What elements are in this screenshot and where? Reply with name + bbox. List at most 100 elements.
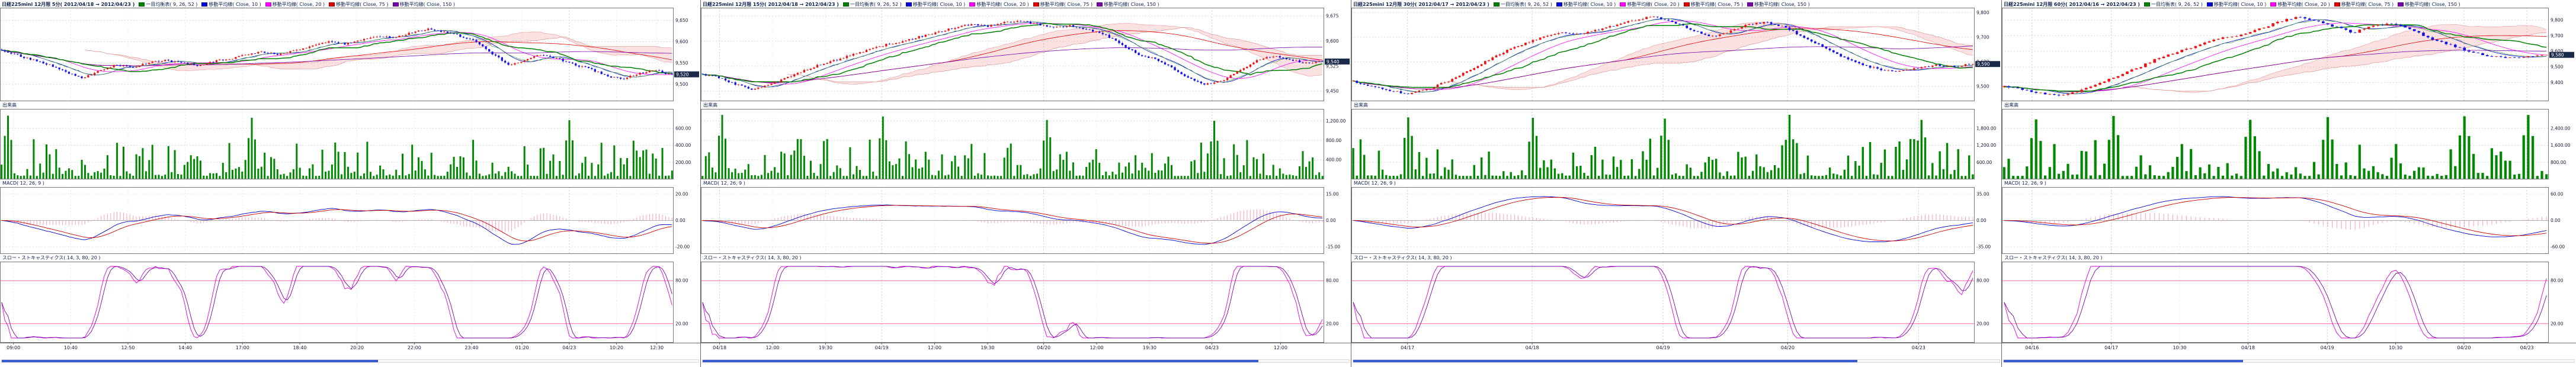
price-chart[interactable]: 9,6509,6009,5509,5009,520 bbox=[0, 8, 701, 101]
svg-text:2,400.00: 2,400.00 bbox=[2551, 125, 2571, 131]
volume-chart[interactable]: 1,800.001,200.00600.00 bbox=[1351, 109, 2002, 179]
legend-item: 移動平均線( Close, 75 ) bbox=[1684, 1, 1743, 8]
svg-text:20.00: 20.00 bbox=[675, 192, 688, 197]
svg-text:10:30: 10:30 bbox=[2173, 345, 2186, 350]
legend-item: 一目均衡表( 9, 26, 52 ) bbox=[843, 1, 902, 8]
svg-text:04/20: 04/20 bbox=[1037, 345, 1050, 350]
legend-label: 移動平均線( Close, 20 ) bbox=[273, 1, 325, 8]
legend-swatch bbox=[1097, 2, 1103, 7]
svg-text:80.00: 80.00 bbox=[1976, 278, 1989, 284]
legend-label: 一目均衡表( 9, 26, 52 ) bbox=[2151, 1, 2203, 8]
stoch-chart[interactable]: 80.00 20.00 bbox=[0, 262, 701, 343]
scrollbar-track[interactable] bbox=[2003, 359, 2575, 363]
price-chart[interactable]: 9,8009,7009,6009,5009,4009,580 bbox=[2002, 8, 2576, 101]
legend-swatch bbox=[2270, 2, 2276, 7]
legend-label: 一目均衡表( 9, 26, 52 ) bbox=[146, 1, 197, 8]
svg-text:04/18: 04/18 bbox=[713, 345, 726, 350]
scrollbar-thumb[interactable] bbox=[1353, 360, 1857, 362]
svg-text:04/19: 04/19 bbox=[2321, 345, 2334, 350]
legend-swatch bbox=[2207, 2, 2213, 7]
svg-text:12:00: 12:00 bbox=[1274, 345, 1287, 350]
svg-text:9,550: 9,550 bbox=[675, 60, 688, 66]
svg-text:9,450: 9,450 bbox=[1326, 89, 1339, 94]
legend-item: 一目均衡表( 9, 26, 52 ) bbox=[1494, 1, 1552, 8]
macd-section-label: MACD( 12, 26, 9 ) bbox=[701, 179, 1351, 187]
svg-text:9,590: 9,590 bbox=[1977, 62, 1990, 67]
svg-text:20.00: 20.00 bbox=[2551, 321, 2564, 326]
legend-swatch bbox=[2334, 2, 2340, 7]
time-axis: 09:0010:4012:5014:4017:0018:4020:2022:00… bbox=[0, 343, 701, 351]
svg-text:04/19: 04/19 bbox=[1656, 345, 1670, 350]
svg-text:19:30: 19:30 bbox=[1143, 345, 1156, 350]
legend-item: 移動平均線( Close, 20 ) bbox=[2270, 1, 2330, 8]
svg-text:200.00: 200.00 bbox=[675, 160, 691, 165]
svg-text:9,650: 9,650 bbox=[675, 18, 688, 23]
scrollbar-thumb[interactable] bbox=[2, 360, 378, 362]
macd-chart[interactable]: 20.000.00-20.00 bbox=[0, 187, 701, 254]
svg-text:23:40: 23:40 bbox=[464, 345, 478, 350]
legend-swatch bbox=[139, 2, 145, 7]
legend-item: 一目均衡表( 9, 26, 52 ) bbox=[2144, 1, 2203, 8]
scrollbar-thumb[interactable] bbox=[703, 360, 1258, 362]
chart-panel-2: 日経225mini 12月限 15分( 2012/04/18 → 2012/04… bbox=[701, 0, 1351, 367]
price-chart[interactable]: 9,8009,7009,6009,5009,590 bbox=[1351, 8, 2002, 101]
legend: 一目均衡表( 9, 26, 52 )移動平均線( Close, 10 )移動平均… bbox=[2144, 1, 2460, 8]
stoch-section-label: スロー・ストキャスティクス( 14, 3, 80, 20 ) bbox=[2002, 254, 2576, 262]
legend: 一目均衡表( 9, 26, 52 ) 移動平均線( Close, 10 ) 移動平均… bbox=[139, 1, 455, 8]
svg-text:20:20: 20:20 bbox=[350, 345, 364, 350]
legend-swatch bbox=[201, 2, 207, 7]
legend-label: 移動平均線( Close, 75 ) bbox=[1691, 1, 1743, 8]
svg-text:80.00: 80.00 bbox=[675, 278, 688, 284]
svg-text:60.00: 60.00 bbox=[2551, 192, 2564, 197]
svg-text:9,600: 9,600 bbox=[675, 39, 688, 44]
svg-text:01:20: 01:20 bbox=[515, 345, 529, 350]
macd-chart[interactable]: 35.000.00-35.00 bbox=[1351, 187, 2002, 254]
volume-chart[interactable]: 600.00400.00200.00 bbox=[0, 109, 701, 179]
svg-text:10:20: 10:20 bbox=[610, 345, 623, 350]
price-chart[interactable]: 9,6759,6009,5259,4509,540 bbox=[701, 8, 1351, 101]
stoch-chart[interactable]: 80.00 20.00 bbox=[701, 262, 1351, 343]
svg-text:9,580: 9,580 bbox=[2551, 53, 2564, 58]
svg-text:20.00: 20.00 bbox=[1326, 321, 1339, 326]
svg-text:1,800.00: 1,800.00 bbox=[1976, 125, 1997, 131]
volume-chart[interactable]: 1,200.00800.00400.00 bbox=[701, 109, 1351, 179]
stoch-chart[interactable]: 80.0020.00 bbox=[1351, 262, 2002, 343]
volume-chart[interactable]: 2,400.001,600.00800.00 bbox=[2002, 109, 2576, 179]
legend-item: 一目均衡表( 9, 26, 52 ) bbox=[139, 1, 197, 8]
chart-title: 日経225mini 12月限 5分( 2012/04/18 → 2012/04/… bbox=[2, 1, 134, 8]
svg-text:19:30: 19:30 bbox=[819, 345, 832, 350]
svg-text:9,500: 9,500 bbox=[1976, 84, 1989, 89]
legend-item: 移動平均線( Close, 10 ) bbox=[201, 1, 261, 8]
svg-text:12:50: 12:50 bbox=[121, 345, 134, 350]
legend-item: 移動平均線( Close, 10 ) bbox=[1556, 1, 1616, 8]
svg-text:80.00: 80.00 bbox=[1326, 278, 1339, 284]
stoch-section-label: スロー・ストキャスティクス( 14, 3, 80, 20 ) bbox=[0, 254, 700, 262]
legend-swatch bbox=[1684, 2, 1690, 7]
svg-text:800.00: 800.00 bbox=[1326, 138, 1341, 143]
svg-text:9,800: 9,800 bbox=[2551, 18, 2564, 23]
scrollbar-thumb[interactable] bbox=[2004, 360, 2243, 362]
macd-chart[interactable]: 15.000.00-15.00 bbox=[701, 187, 1351, 254]
svg-text:20.00: 20.00 bbox=[675, 321, 688, 326]
macd-chart[interactable]: 60.000.00-60.00 bbox=[2002, 187, 2576, 254]
scrollbar-track[interactable] bbox=[1353, 359, 2000, 363]
svg-text:09:00: 09:00 bbox=[7, 345, 20, 350]
legend-label: 移動平均線( Close, 10 ) bbox=[913, 1, 965, 8]
svg-text:19:30: 19:30 bbox=[981, 345, 994, 350]
svg-text:400.00: 400.00 bbox=[1326, 157, 1341, 163]
legend-swatch bbox=[393, 2, 399, 7]
time-axis: 04/1812:0019:3004/1912:0019:3004/2012:00… bbox=[701, 343, 1351, 351]
legend-swatch bbox=[2144, 2, 2150, 7]
svg-text:04/23: 04/23 bbox=[1912, 345, 1925, 350]
svg-text:9,700: 9,700 bbox=[1976, 34, 1989, 40]
stoch-chart[interactable]: 80.0020.00 bbox=[2002, 262, 2576, 343]
svg-text:0.00: 0.00 bbox=[2551, 218, 2561, 223]
legend-swatch bbox=[1747, 2, 1753, 7]
svg-text:-15.00: -15.00 bbox=[1326, 244, 1340, 250]
panel-bottom bbox=[0, 351, 700, 367]
scrollbar-track[interactable] bbox=[1, 359, 699, 363]
svg-text:22:00: 22:00 bbox=[408, 345, 421, 350]
scrollbar-track[interactable] bbox=[702, 359, 1350, 363]
svg-text:0.00: 0.00 bbox=[675, 218, 685, 223]
legend-label: 移動平均線( Close, 150 ) bbox=[1104, 1, 1159, 8]
